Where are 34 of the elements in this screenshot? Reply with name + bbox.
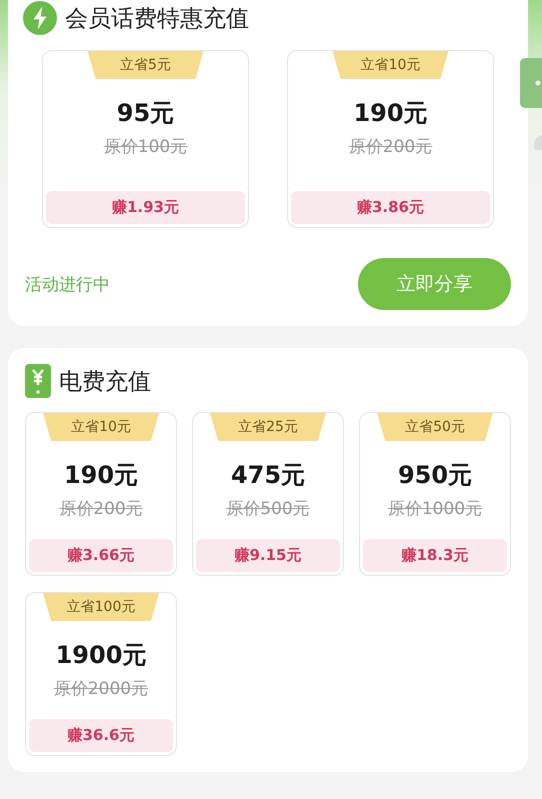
earn-amount: 赚9.15元 <box>196 539 340 572</box>
discount-tag: 立省100元 <box>43 593 159 621</box>
section-title: 电费充值 <box>59 368 151 396</box>
original-price: 原价200元 <box>59 498 143 520</box>
earn-amount: 赚18.3元 <box>363 539 507 572</box>
discount-tag: 立省10元 <box>43 413 159 441</box>
section-title: 会员话费特惠充值 <box>65 4 249 34</box>
original-price: 原价500元 <box>226 498 310 520</box>
original-price: 原价200元 <box>348 136 432 158</box>
price: 950元 <box>398 460 472 491</box>
price: 190元 <box>353 98 428 129</box>
recharge-option[interactable]: 立省25元 475元 原价500元 赚9.15元 <box>192 412 344 576</box>
original-price: 原价1000元 <box>388 498 482 520</box>
recharge-option[interactable]: 立省100元 1900元 原价2000元 赚36.6元 <box>25 592 177 756</box>
earn-amount: 赚3.86元 <box>291 191 490 224</box>
earn-amount: 赚3.66元 <box>29 539 173 572</box>
activity-status: 活动进行中 <box>25 274 110 296</box>
earn-amount: 赚36.6元 <box>29 719 173 752</box>
price: 475元 <box>230 460 306 491</box>
recharge-option[interactable]: 立省10元 190元 原价200元 赚3.86元 <box>287 50 494 228</box>
original-price: 原价2000元 <box>54 678 148 700</box>
recharge-option[interactable]: 立省5元 95元 原价100元 赚1.93元 <box>42 50 249 228</box>
recharge-option[interactable]: 立省50元 950元 原价1000元 赚18.3元 <box>359 412 511 576</box>
discount-tag: 立省25元 <box>210 413 326 441</box>
earn-amount: 赚1.93元 <box>46 191 245 224</box>
price: 95元 <box>116 98 174 129</box>
discount-tag: 立省5元 <box>88 51 204 79</box>
phone-yuan-icon <box>25 364 51 398</box>
original-price: 原价100元 <box>104 136 188 158</box>
discount-tag: 立省10元 <box>332 51 448 79</box>
discount-tag: 立省50元 <box>377 413 493 441</box>
recharge-option[interactable]: 立省10元 190元 原价200元 赚3.66元 <box>25 412 177 576</box>
price: 190元 <box>64 460 138 491</box>
price: 1900元 <box>56 640 146 671</box>
